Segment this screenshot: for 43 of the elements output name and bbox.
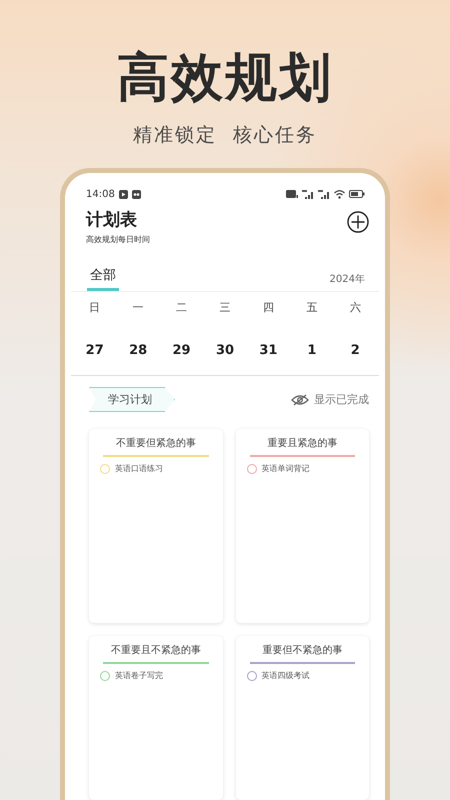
weekday-label: 日 — [88, 300, 102, 316]
task-text: 英语单词背记 — [262, 463, 310, 474]
date-label[interactable]: 28 — [116, 342, 160, 360]
quadrant-title: 不重要但紧急的事 — [114, 437, 197, 451]
quadrant-title: 重要且紧急的事 — [266, 437, 338, 451]
weekday-label: 四 — [262, 300, 275, 316]
weekday-label: 五 — [305, 300, 318, 316]
date-label[interactable]: 31 — [246, 342, 290, 360]
date-label[interactable]: 1 — [290, 342, 334, 360]
headline: 高效规划 — [117, 47, 333, 109]
weekday-label: 二 — [175, 300, 188, 316]
year-label[interactable]: 2024年 — [330, 272, 365, 286]
notification-icon — [118, 190, 128, 198]
plus-icon — [347, 211, 369, 233]
quadrant-title: 重要但不紧急的事 — [261, 644, 344, 658]
signal-icon — [318, 190, 330, 198]
date-label[interactable]: 27 — [73, 342, 116, 360]
date-label[interactable]: 29 — [160, 342, 204, 360]
date-label[interactable]: 2 — [334, 342, 377, 360]
battery-icon — [349, 190, 365, 198]
weekday-label: 一 — [132, 300, 145, 316]
quadrant-title: 不重要且不紧急的事 — [110, 644, 202, 658]
tab[interactable]: 全部 — [87, 267, 119, 291]
category-tag[interactable]: 学习计划 — [89, 387, 175, 412]
wifi-icon — [334, 190, 345, 198]
show-completed-button[interactable]: 显示已完成 — [291, 392, 369, 407]
page-subtitle: 高效规划每日时间 — [86, 234, 150, 246]
task-checkbox[interactable] — [246, 670, 256, 680]
date-label[interactable]: 30 — [203, 342, 247, 360]
eye-off-icon — [291, 394, 309, 406]
weekday-label: 六 — [348, 300, 362, 316]
add-button[interactable] — [347, 211, 369, 233]
task-text: 英语卷子写完 — [115, 670, 163, 681]
task-text: 英语四级考试 — [262, 670, 310, 681]
status-time: 14:08 — [86, 188, 115, 200]
task-text: 英语口语练习 — [115, 463, 163, 474]
task-checkbox[interactable] — [246, 464, 256, 474]
weekday-label: 三 — [218, 300, 232, 316]
task-checkbox[interactable] — [100, 670, 110, 680]
subheadline: 精准锁定 核心任务 — [132, 123, 318, 147]
page-title: 计划表 — [86, 209, 138, 231]
signal-icon — [302, 190, 314, 198]
notification-icon — [132, 190, 141, 198]
